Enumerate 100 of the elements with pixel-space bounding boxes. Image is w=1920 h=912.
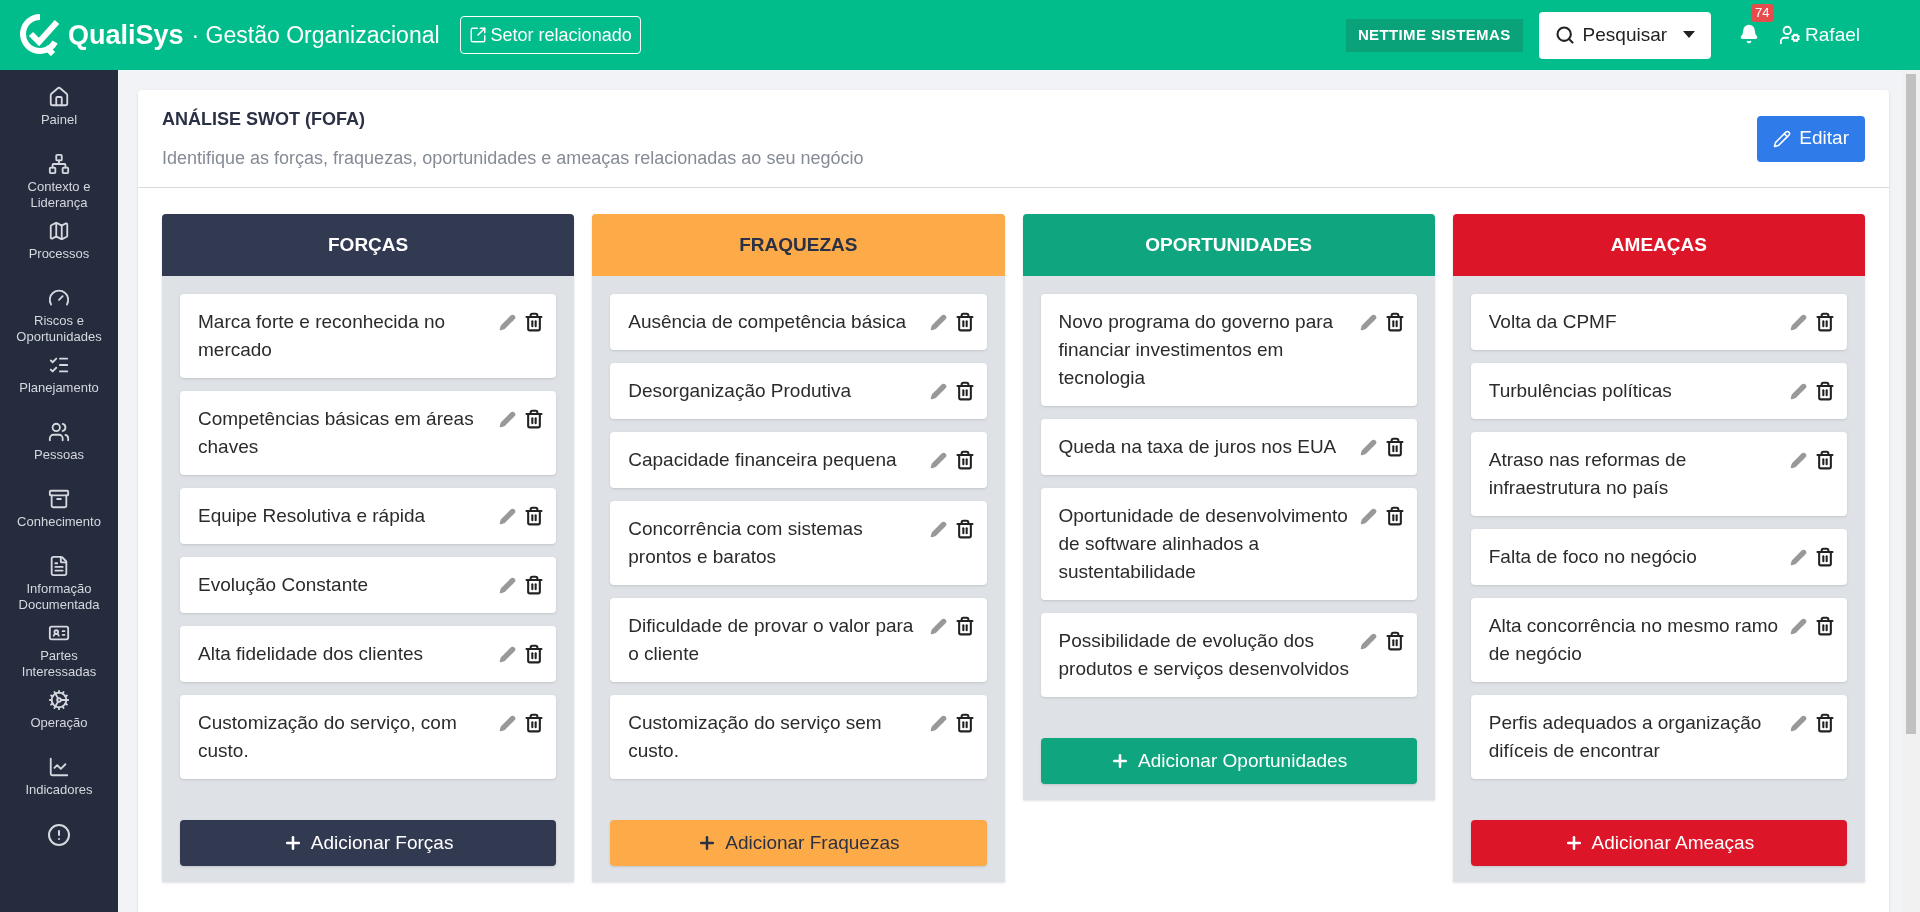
pencil-icon bbox=[1790, 314, 1807, 331]
delete-button[interactable] bbox=[1815, 312, 1835, 332]
delete-button[interactable] bbox=[1384, 437, 1405, 457]
edit-button[interactable] bbox=[1359, 439, 1377, 456]
swot-item-text: Marca forte e reconhecida no mercado bbox=[198, 310, 447, 362]
delete-button[interactable] bbox=[1815, 547, 1835, 567]
delete-button[interactable] bbox=[954, 450, 975, 470]
delete-button[interactable] bbox=[1384, 506, 1405, 526]
page-description: Identifique as forças, fraquezas, oportunidades e ameaças relacionadas ao seu negócio bbox=[162, 146, 864, 170]
pencil-icon bbox=[499, 411, 517, 428]
swot-item-text: Volta da CPMF bbox=[1488, 310, 1618, 334]
sidebar-item[interactable]: Indicadores bbox=[9, 756, 109, 823]
add-item-button[interactable]: Adicionar Ameaças bbox=[1470, 820, 1847, 866]
delete-button[interactable] bbox=[954, 713, 975, 733]
line-chart-icon bbox=[48, 756, 70, 778]
delete-button[interactable] bbox=[954, 616, 975, 636]
sidebar-item[interactable]: Processos bbox=[9, 220, 109, 287]
sidebar-item[interactable]: Conhecimento bbox=[9, 488, 109, 555]
delete-button[interactable] bbox=[1815, 381, 1835, 401]
trash-icon bbox=[1384, 631, 1405, 651]
edit-button[interactable] bbox=[1359, 508, 1377, 525]
edit-button[interactable] bbox=[929, 383, 947, 400]
swot-item-text: Perfis adequados a organização difíceis de encontrar bbox=[1488, 711, 1763, 763]
delete-button[interactable] bbox=[524, 312, 545, 332]
delete-button[interactable] bbox=[524, 409, 545, 429]
edit-button[interactable] bbox=[1790, 715, 1807, 732]
delete-button[interactable] bbox=[1815, 450, 1835, 470]
edit-button[interactable] bbox=[499, 577, 517, 594]
users-icon bbox=[48, 421, 70, 443]
delete-button[interactable] bbox=[954, 312, 975, 332]
delete-button[interactable] bbox=[524, 506, 545, 526]
edit-button[interactable] bbox=[1359, 314, 1377, 331]
trash-icon bbox=[1815, 713, 1835, 733]
sidebar-item[interactable]: Operação bbox=[9, 689, 109, 756]
edit-button[interactable] bbox=[499, 411, 517, 428]
search-button[interactable]: Pesquisar bbox=[1538, 11, 1712, 59]
edit-button[interactable] bbox=[499, 646, 517, 663]
trash-icon bbox=[954, 519, 975, 539]
edit-button[interactable] bbox=[499, 508, 517, 525]
delete-button[interactable] bbox=[954, 381, 975, 401]
pencil-icon bbox=[929, 314, 947, 331]
trash-icon bbox=[1384, 312, 1405, 332]
delete-button[interactable] bbox=[1815, 713, 1835, 733]
delete-button[interactable] bbox=[524, 644, 545, 664]
delete-button[interactable] bbox=[524, 575, 545, 595]
edit-button[interactable] bbox=[929, 715, 947, 732]
pencil-icon bbox=[929, 618, 947, 635]
trash-icon bbox=[954, 312, 975, 332]
pencil-icon bbox=[1790, 452, 1807, 469]
trash-icon bbox=[954, 381, 975, 401]
delete-button[interactable] bbox=[1384, 631, 1405, 651]
check-logo-icon bbox=[20, 14, 60, 56]
edit-button[interactable]: Editar bbox=[1757, 115, 1865, 162]
edit-button[interactable] bbox=[1790, 549, 1807, 566]
edit-button[interactable] bbox=[1790, 383, 1807, 400]
trash-icon bbox=[1815, 547, 1835, 567]
trash-icon bbox=[524, 312, 545, 332]
edit-button[interactable] bbox=[929, 452, 947, 469]
swot-item-text: Queda na taxa de juros nos EUA bbox=[1058, 435, 1338, 459]
alert-icon[interactable] bbox=[47, 823, 71, 847]
pencil-icon bbox=[929, 383, 947, 400]
edit-button[interactable] bbox=[929, 521, 947, 538]
add-item-button[interactable]: Adicionar Forças bbox=[180, 820, 557, 866]
edit-button[interactable] bbox=[1790, 452, 1807, 469]
edit-button[interactable] bbox=[1790, 314, 1807, 331]
delete-button[interactable] bbox=[524, 713, 545, 733]
trash-icon bbox=[524, 713, 545, 733]
delete-button[interactable] bbox=[1815, 616, 1835, 636]
edit-button[interactable] bbox=[929, 618, 947, 635]
sidebar-item[interactable]: Planejamento bbox=[9, 354, 109, 421]
swot-item-text: Turbulências políticas bbox=[1488, 379, 1673, 403]
delete-button[interactable] bbox=[1384, 312, 1405, 332]
user-settings-icon bbox=[1779, 24, 1802, 46]
sidebar-item[interactable]: Painel bbox=[9, 86, 109, 153]
edit-button[interactable] bbox=[499, 314, 517, 331]
sidebar-item[interactable]: Riscos e Oportunidades bbox=[9, 287, 109, 354]
edit-button[interactable] bbox=[1359, 633, 1377, 650]
pencil-icon bbox=[1359, 314, 1377, 331]
document-icon bbox=[48, 555, 70, 577]
edit-button[interactable] bbox=[929, 314, 947, 331]
column-header: OPORTUNIDADES bbox=[1022, 214, 1435, 276]
sidebar-item[interactable]: Contexto e Liderança bbox=[9, 153, 109, 220]
add-item-button[interactable]: Adicionar Fraquezas bbox=[610, 820, 987, 866]
delete-button[interactable] bbox=[954, 519, 975, 539]
swot-item-text: Possibilidade de evolução dos produtos e serviços desenvolvidos bbox=[1058, 629, 1350, 681]
sidebar-item[interactable]: Informação Documentada bbox=[9, 555, 109, 622]
home-icon bbox=[48, 86, 70, 108]
trash-icon bbox=[524, 409, 545, 429]
pencil-icon bbox=[499, 715, 517, 732]
page-title: ANÁLISE SWOT (FOFA) bbox=[162, 107, 366, 131]
bell-icon bbox=[1739, 23, 1760, 44]
edit-button[interactable] bbox=[499, 715, 517, 732]
pencil-icon bbox=[1790, 383, 1807, 400]
trash-icon bbox=[524, 575, 545, 595]
edit-button[interactable] bbox=[1790, 618, 1807, 635]
sidebar-item[interactable]: Pessoas bbox=[9, 421, 109, 488]
swot-item-text: Competências básicas em áreas chaves bbox=[198, 407, 475, 459]
pencil-icon bbox=[499, 646, 517, 663]
sidebar-item[interactable]: Partes Interessadas bbox=[9, 622, 109, 689]
trash-icon bbox=[1815, 381, 1835, 401]
